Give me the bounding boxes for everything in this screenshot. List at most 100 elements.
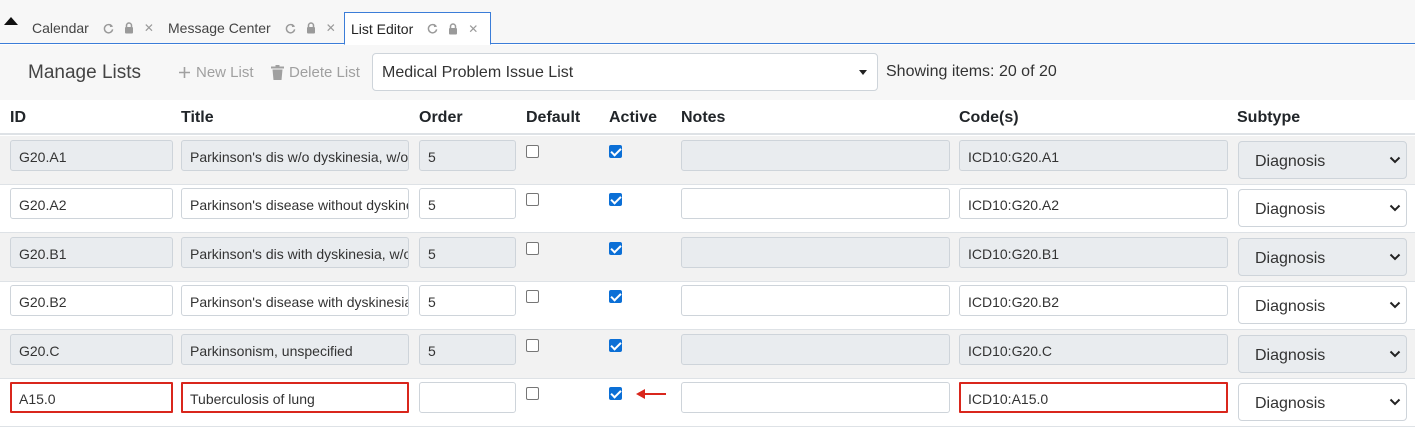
subtype-select[interactable]: Diagnosis bbox=[1238, 141, 1407, 179]
notes-field[interactable] bbox=[681, 188, 950, 219]
subtype-select[interactable]: Diagnosis bbox=[1238, 383, 1407, 421]
order-field[interactable] bbox=[419, 382, 516, 413]
order-field[interactable]: 5 bbox=[419, 334, 516, 365]
active-checkbox[interactable] bbox=[609, 290, 622, 303]
new-list-label: New List bbox=[196, 64, 254, 81]
tab-label: Message Center bbox=[168, 20, 271, 36]
default-checkbox[interactable] bbox=[526, 242, 539, 255]
codes-field[interactable]: ICD10:G20.B1 bbox=[959, 237, 1228, 268]
order-field[interactable]: 5 bbox=[419, 140, 516, 171]
subtype-value: Diagnosis bbox=[1255, 347, 1326, 364]
default-checkbox[interactable] bbox=[526, 145, 539, 158]
chevron-down-icon bbox=[859, 70, 867, 75]
list-select-value: Medical Problem Issue List bbox=[382, 64, 574, 81]
tab-label: List Editor bbox=[351, 20, 414, 37]
id-field[interactable]: G20.B1 bbox=[10, 237, 173, 268]
table-row: G20.B1 Parkinson's dis with dyskinesia, w… bbox=[0, 233, 1415, 282]
codes-field[interactable]: ICD10:A15.0 bbox=[959, 382, 1228, 413]
chevron-down-icon bbox=[1389, 253, 1401, 261]
title-field[interactable]: Parkinson's dis with dyskinesia, w/o men… bbox=[181, 237, 409, 268]
active-checkbox[interactable] bbox=[609, 242, 622, 255]
refresh-icon[interactable] bbox=[427, 23, 438, 34]
codes-field[interactable]: ICD10:G20.A1 bbox=[959, 140, 1228, 171]
tab-bar: Calendar ✕ Message Center ✕ List Editor … bbox=[0, 0, 1415, 45]
col-title: Title bbox=[181, 109, 214, 126]
col-active: Active bbox=[609, 109, 658, 126]
codes-field[interactable]: ICD10:G20.B2 bbox=[959, 285, 1228, 316]
id-field[interactable]: A15.0 bbox=[10, 382, 173, 413]
subtype-value: Diagnosis bbox=[1255, 201, 1326, 218]
item-count: Showing items: 20 of 20 bbox=[886, 63, 1057, 80]
tab-label: Calendar bbox=[32, 20, 89, 36]
table-row: G20.C Parkinsonism, unspecified 5 ICD10:G20… bbox=[0, 330, 1415, 379]
lock-icon[interactable] bbox=[306, 22, 316, 34]
col-notes: Notes bbox=[681, 109, 726, 126]
subtype-select[interactable]: Diagnosis bbox=[1238, 335, 1407, 373]
table-row: A15.0 Tuberculosis of lung ICD10:A15.0 Diag… bbox=[0, 378, 1415, 427]
refresh-icon[interactable] bbox=[103, 23, 114, 34]
chevron-down-icon bbox=[1389, 204, 1401, 212]
col-subtype: Subtype bbox=[1237, 109, 1301, 126]
id-field[interactable]: G20.A1 bbox=[10, 140, 173, 171]
tab-message-center[interactable]: Message Center ✕ bbox=[160, 12, 346, 44]
delete-list-button[interactable]: Delete List bbox=[271, 64, 360, 81]
active-checkbox[interactable] bbox=[609, 339, 622, 352]
order-field[interactable]: 5 bbox=[419, 188, 516, 219]
active-checkbox[interactable] bbox=[609, 193, 622, 206]
notes-field[interactable] bbox=[681, 140, 950, 171]
tab-list-editor[interactable]: List Editor ✕ bbox=[344, 12, 491, 45]
notes-field[interactable] bbox=[681, 334, 950, 365]
title-field[interactable]: Parkinsonism, unspecified bbox=[181, 334, 409, 365]
page-title: Manage Lists bbox=[28, 62, 142, 83]
title-field[interactable]: Tuberculosis of lung bbox=[181, 382, 409, 413]
annotation-arrow-icon bbox=[636, 389, 666, 399]
col-id: ID bbox=[10, 109, 26, 126]
delete-list-label: Delete List bbox=[289, 64, 360, 81]
chevron-down-icon bbox=[1389, 301, 1401, 309]
id-field[interactable]: G20.C bbox=[10, 334, 173, 365]
title-field[interactable]: Parkinson's dis w/o dyskinesia, w/o ment… bbox=[181, 140, 409, 171]
subtype-select[interactable]: Diagnosis bbox=[1238, 238, 1407, 276]
active-checkbox[interactable] bbox=[609, 145, 622, 158]
notes-field[interactable] bbox=[681, 237, 950, 268]
close-icon[interactable]: ✕ bbox=[144, 22, 154, 34]
order-field[interactable]: 5 bbox=[419, 237, 516, 268]
col-codes: Code(s) bbox=[959, 109, 1019, 126]
codes-field[interactable]: ICD10:G20.A2 bbox=[959, 188, 1228, 219]
subtype-value: Diagnosis bbox=[1255, 395, 1326, 412]
title-field[interactable]: Parkinson's disease with dyskinesia, wit… bbox=[181, 285, 409, 316]
title-field[interactable]: Parkinson's disease without dyskinesia, … bbox=[181, 188, 409, 219]
default-checkbox[interactable] bbox=[526, 387, 539, 400]
chevron-down-icon bbox=[1389, 398, 1401, 406]
refresh-icon[interactable] bbox=[285, 23, 296, 34]
notes-field[interactable] bbox=[681, 285, 950, 316]
collapse-icon[interactable] bbox=[4, 17, 18, 25]
default-checkbox[interactable] bbox=[526, 193, 539, 206]
default-checkbox[interactable] bbox=[526, 339, 539, 352]
table-header: ID Title Order Default Active Notes Code… bbox=[0, 100, 1415, 135]
subtype-select[interactable]: Diagnosis bbox=[1238, 286, 1407, 324]
toolbar: Manage Lists New List Delete List Medica… bbox=[0, 45, 1415, 100]
default-checkbox[interactable] bbox=[526, 290, 539, 303]
close-icon[interactable]: ✕ bbox=[326, 22, 336, 34]
id-field[interactable]: G20.B2 bbox=[10, 285, 173, 316]
plus-icon bbox=[179, 67, 190, 78]
subtype-value: Diagnosis bbox=[1255, 298, 1326, 315]
table-row: G20.B2 Parkinson's disease with dyskinesi… bbox=[0, 281, 1415, 330]
table-row: G20.A2 Parkinson's disease without dyskin… bbox=[0, 184, 1415, 233]
new-list-button[interactable]: New List bbox=[178, 64, 254, 81]
lock-icon[interactable] bbox=[124, 22, 134, 34]
active-checkbox[interactable] bbox=[609, 387, 622, 400]
list-select[interactable]: Medical Problem Issue List bbox=[372, 53, 878, 91]
notes-field[interactable] bbox=[681, 382, 950, 413]
tab-calendar[interactable]: Calendar ✕ bbox=[24, 12, 164, 44]
codes-field[interactable]: ICD10:G20.C bbox=[959, 334, 1228, 365]
subtype-value: Diagnosis bbox=[1255, 250, 1326, 267]
order-field[interactable]: 5 bbox=[419, 285, 516, 316]
close-icon[interactable]: ✕ bbox=[468, 23, 478, 35]
chevron-down-icon bbox=[1389, 350, 1401, 358]
id-field[interactable]: G20.A2 bbox=[10, 188, 173, 219]
lock-icon[interactable] bbox=[448, 22, 458, 35]
chevron-down-icon bbox=[1389, 156, 1401, 164]
subtype-select[interactable]: Diagnosis bbox=[1238, 189, 1407, 227]
